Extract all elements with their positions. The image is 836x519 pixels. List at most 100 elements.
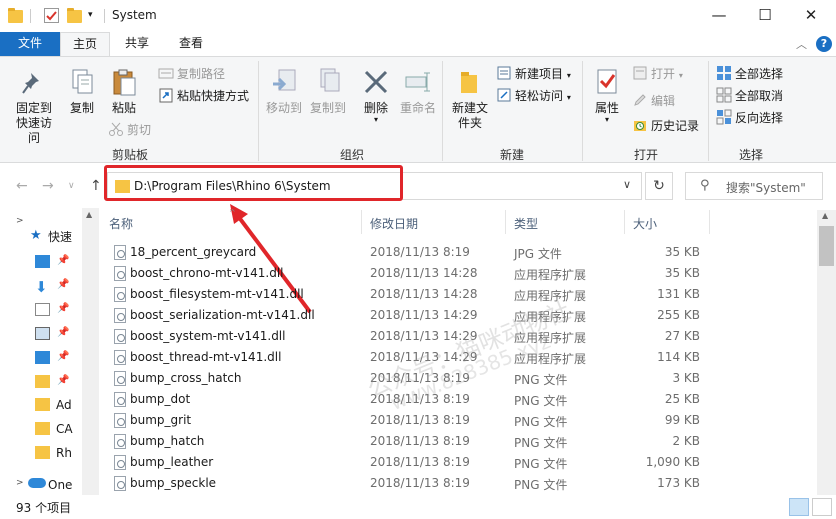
column-divider[interactable] [624, 210, 625, 234]
easy-access-button[interactable]: 轻松访问 ▾ [496, 86, 571, 106]
easy-access-label: 轻松访问 [515, 89, 564, 103]
maximize-button[interactable]: ☐ [742, 0, 788, 30]
column-date[interactable]: 修改日期 [370, 215, 418, 232]
group-separator [258, 61, 259, 161]
file-row[interactable]: boost_serialization-mt-v141.dll 2018/11/1… [99, 305, 817, 326]
nav-pane-scrollbar[interactable]: ▲ [82, 208, 99, 495]
file-row[interactable]: boost_filesystem-mt-v141.dll 2018/11/13 1… [99, 284, 817, 305]
copy-button[interactable]: 复制 [64, 67, 100, 116]
open-icon [632, 65, 648, 81]
tab-home[interactable]: 主页 [60, 32, 110, 56]
cut-button[interactable]: 剪切 [108, 120, 151, 140]
tab-share[interactable]: 共享 [112, 32, 162, 56]
column-divider[interactable] [361, 210, 362, 234]
recent-locations-icon[interactable]: ∨ [68, 181, 75, 191]
file-date: 2018/11/13 8:19 [370, 392, 470, 406]
file-row[interactable]: boost_thread-mt-v141.dll 2018/11/13 14:29… [99, 347, 817, 368]
new-folder-button[interactable]: 新建文件夹 [448, 67, 492, 131]
details-view-button[interactable] [789, 498, 809, 516]
refresh-button[interactable]: ↻ [645, 172, 673, 200]
select-all-icon [716, 65, 732, 81]
new-item-label: 新建项目 [515, 67, 564, 81]
paste-shortcut-icon [158, 87, 174, 103]
nav-folder-ad[interactable]: Ad [56, 394, 72, 416]
history-label: 历史记录 [651, 119, 700, 133]
tab-view[interactable]: 查看 [165, 32, 217, 56]
file-type: JPG 文件 [514, 247, 562, 261]
column-name[interactable]: 名称 [109, 215, 133, 232]
paste-shortcut-button[interactable]: 粘贴快捷方式 [158, 86, 249, 106]
pin-quick-access-button[interactable]: 固定到快速访问 [6, 67, 62, 146]
column-type[interactable]: 类型 [514, 215, 538, 232]
search-box[interactable]: ⚲ 搜索"System" [685, 172, 823, 200]
file-date: 2018/11/13 8:19 [370, 245, 470, 259]
file-name: boost_system-mt-v141.dll [130, 329, 286, 343]
up-arrow-icon[interactable]: ↑ [90, 178, 102, 194]
properties-button[interactable]: 属性 ▾ [588, 67, 626, 124]
file-row[interactable]: 18_percent_greycard 2018/11/13 8:19 JPG 文件… [99, 242, 817, 263]
select-all-button[interactable]: 全部选择 [716, 64, 783, 84]
back-arrow-icon[interactable]: ← [16, 178, 28, 194]
file-icon [114, 245, 126, 260]
address-dropdown-icon[interactable]: ∨ [623, 178, 631, 191]
expand-chevron-icon[interactable]: > [16, 478, 24, 488]
file-list-scrollbar[interactable]: ▲ [817, 210, 836, 495]
file-icon [114, 434, 126, 449]
file-row[interactable]: bump_speckle 2018/11/13 8:19 PNG 文件 173 KB [99, 473, 817, 494]
file-name: bump_leather [130, 455, 214, 469]
new-folder-quick-icon[interactable] [67, 8, 82, 23]
nav-folder-rh[interactable]: Rh [56, 442, 72, 464]
column-size[interactable]: 大小 [633, 215, 657, 232]
file-row[interactable]: bump_leather 2018/11/13 8:19 PNG 文件 1,090 K… [99, 452, 817, 473]
select-none-icon [716, 87, 732, 103]
file-type: PNG 文件 [514, 373, 568, 387]
file-row[interactable]: boost_system-mt-v141.dll 2018/11/13 14:29… [99, 326, 817, 347]
nav-folder-ca[interactable]: CA [56, 418, 73, 440]
column-divider[interactable] [709, 210, 710, 234]
customize-quick-access-icon[interactable]: ▾ [88, 10, 103, 25]
copy-to-icon [313, 67, 343, 97]
nav-onedrive[interactable]: One [48, 474, 72, 496]
file-row[interactable]: boost_chrono-mt-v141.dll 2018/11/13 14:28… [99, 263, 817, 284]
chevron-down-icon: ▾ [566, 93, 571, 102]
copy-to-button[interactable]: 复制到 [306, 67, 350, 116]
select-none-button[interactable]: 全部取消 [716, 86, 783, 106]
paste-button[interactable]: 粘贴 [104, 67, 144, 116]
collapse-ribbon-icon[interactable]: ︿ [796, 36, 807, 52]
delete-dropdown-icon[interactable]: ▾ [356, 116, 396, 124]
scrollbar-thumb[interactable] [819, 226, 834, 266]
quick-access-star-icon: ★ [30, 228, 42, 243]
invert-selection-button[interactable]: 反向选择 [716, 108, 783, 128]
new-item-button[interactable]: 新建项目 ▾ [496, 64, 571, 84]
forward-arrow-icon[interactable]: → [42, 178, 54, 194]
open-button[interactable]: 打开 ▾ [632, 64, 683, 84]
expand-chevron-icon[interactable]: > [16, 216, 24, 226]
file-row[interactable]: bump_hatch 2018/11/13 8:19 PNG 文件 2 KB [99, 431, 817, 452]
file-icon [114, 308, 126, 323]
file-size: 173 KB [657, 476, 700, 490]
file-size: 255 KB [657, 308, 700, 322]
nav-quick-access[interactable]: 快速 [48, 226, 72, 248]
rename-button[interactable]: 重命名 [396, 67, 440, 116]
large-icons-view-button[interactable] [812, 498, 832, 516]
file-row[interactable]: bump_dot 2018/11/13 8:19 PNG 文件 25 KB [99, 389, 817, 410]
file-row[interactable]: bump_grit 2018/11/13 8:19 PNG 文件 99 KB [99, 410, 817, 431]
move-to-button[interactable]: 移动到 [262, 67, 306, 116]
file-row[interactable]: bump_cross_hatch 2018/11/13 8:19 PNG 文件 3 K… [99, 368, 817, 389]
close-button[interactable]: ✕ [788, 0, 834, 30]
edit-button[interactable]: 编辑 [632, 91, 675, 111]
pin-icon: 📌 [57, 279, 70, 290]
properties-dropdown-icon[interactable]: ▾ [588, 116, 626, 124]
file-date: 2018/11/13 8:19 [370, 455, 470, 469]
select-none-label: 全部取消 [735, 89, 784, 103]
scroll-up-icon[interactable]: ▲ [822, 211, 828, 220]
delete-button[interactable]: 删除 ▾ [356, 67, 396, 124]
column-divider[interactable] [505, 210, 506, 234]
scroll-up-icon[interactable]: ▲ [86, 210, 92, 219]
tab-file[interactable]: 文件 [0, 32, 60, 56]
minimize-button[interactable]: — [696, 0, 742, 30]
copy-path-button[interactable]: 复制路径 [158, 64, 225, 84]
help-icon[interactable]: ? [816, 36, 832, 52]
history-button[interactable]: 历史记录 [632, 116, 699, 136]
properties-check-icon[interactable] [44, 8, 59, 23]
